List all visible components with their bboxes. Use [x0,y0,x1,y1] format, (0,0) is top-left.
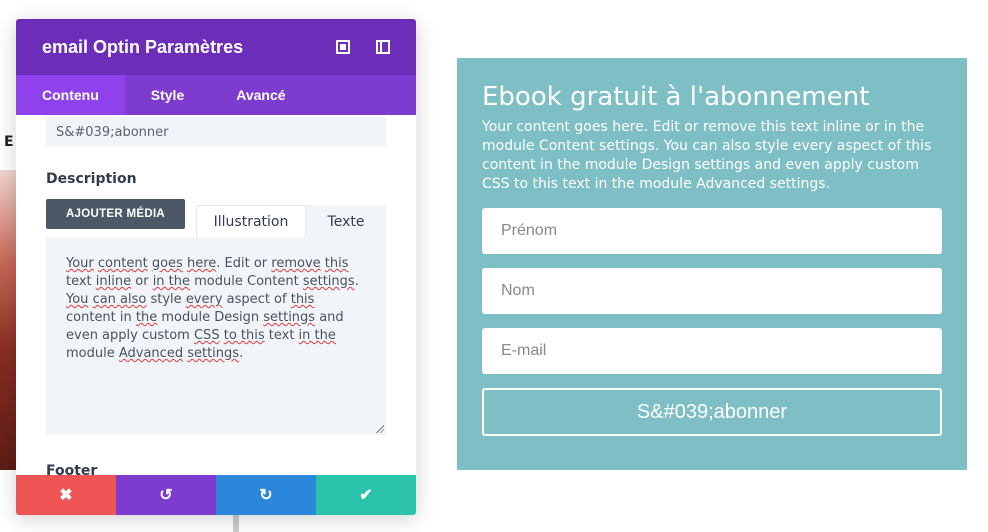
modal-header: email Optin Paramètres [16,19,416,75]
optin-title: Ebook gratuit à l'abonnement [482,82,870,112]
footer-label: Footer [46,463,98,475]
editor-toolbar: AJOUTER MÉDIA Illustration Texte [46,199,386,237]
tab-contenu[interactable]: Contenu [16,75,125,115]
settings-modal: email Optin Paramètres Contenu Style Ava… [16,19,416,515]
modal-actions: ✖ ↺ ↻ ✔ [16,475,416,515]
tab-avance[interactable]: Avancé [210,75,311,115]
modal-title: email Optin Paramètres [42,36,244,57]
modal-tabs: Contenu Style Avancé [16,75,416,115]
last-name-input[interactable]: Nom [482,268,942,314]
tab-style[interactable]: Style [125,75,210,115]
tab-texte[interactable]: Texte [306,205,386,237]
add-media-button[interactable]: AJOUTER MÉDIA [46,199,185,229]
checkmark-icon: ✔ [359,487,373,504]
description-editor[interactable]: Your content goes here. Edit or remove t… [46,237,386,435]
button-text-field[interactable]: S&#039;abonner [46,117,386,147]
email-optin-module: Ebook gratuit à l'abonnement Your conten… [457,58,967,470]
sidebar-toggle-icon[interactable] [376,40,390,54]
close-icon: ✖ [59,487,73,504]
optin-description: Your content goes here. Edit or remove t… [482,119,932,192]
fullscreen-icon[interactable] [336,40,350,54]
undo-icon: ↺ [159,487,173,504]
save-button[interactable]: ✔ [316,475,416,515]
cancel-button[interactable]: ✖ [16,475,116,515]
subscribe-button[interactable]: S&#039;abonner [482,388,942,436]
background-divider [233,512,239,532]
background-letter: E [4,134,14,150]
email-input[interactable]: E-mail [482,328,942,374]
resize-handle[interactable] [376,425,384,433]
modal-body: S&#039;abonner Description AJOUTER MÉDIA… [16,115,416,475]
undo-button[interactable]: ↺ [116,475,216,515]
tab-illustration[interactable]: Illustration [196,205,306,237]
description-label: Description [46,171,137,187]
redo-icon: ↻ [259,487,273,504]
redo-button[interactable]: ↻ [216,475,316,515]
first-name-input[interactable]: Prénom [482,208,942,254]
